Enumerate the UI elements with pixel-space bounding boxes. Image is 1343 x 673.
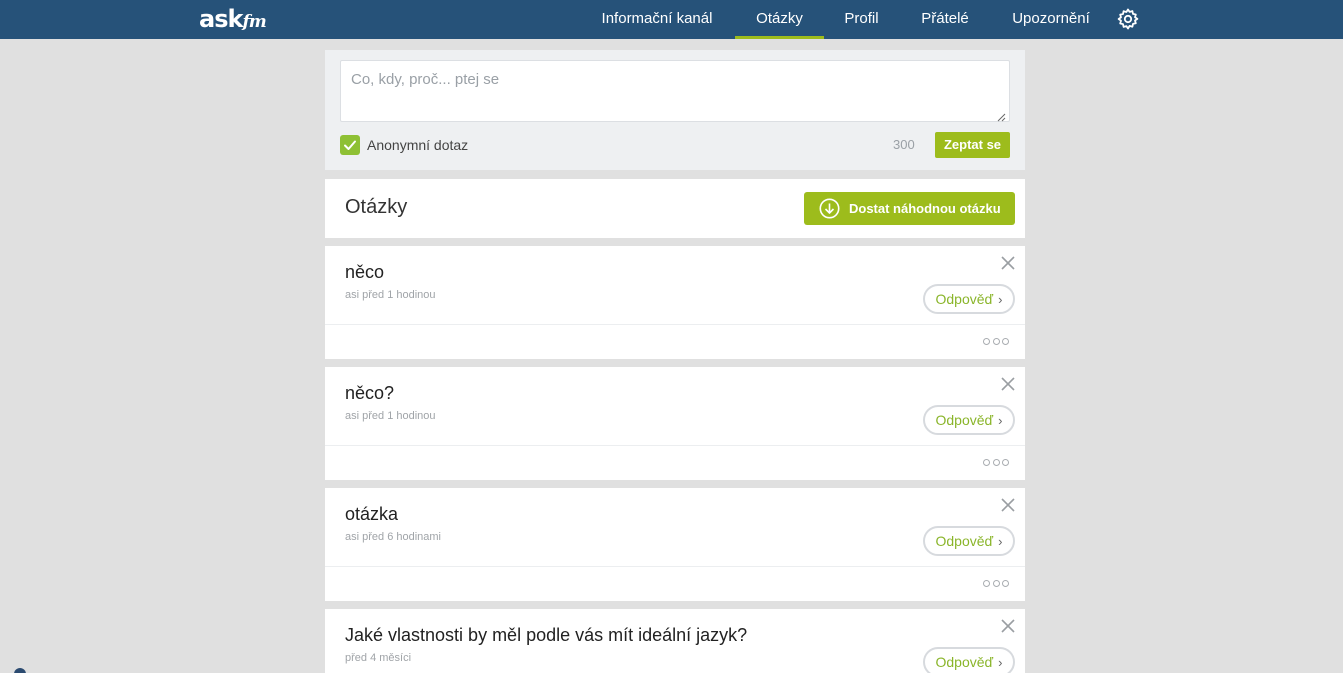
top-nav-bar: ASK fm Informační kanál Otázky Profil Př… <box>0 0 1343 39</box>
nav-informacni-kanal[interactable]: Informační kanál <box>589 0 725 39</box>
more-options-icon[interactable] <box>983 457 1009 467</box>
answer-label: Odpověď <box>935 654 994 670</box>
close-icon[interactable] <box>1000 618 1016 634</box>
answer-label: Odpověď <box>935 533 994 549</box>
question-card: něco asi před 1 hodinou Odpověď › <box>325 246 1025 359</box>
askfm-logo[interactable]: ASK fm <box>199 5 267 33</box>
answer-button[interactable]: Odpověď › <box>923 647 1015 673</box>
chevron-right-icon: › <box>998 654 1003 670</box>
random-question-label: Dostat náhodnou otázku <box>849 201 1001 216</box>
chevron-right-icon: › <box>998 291 1003 307</box>
nav-otazky[interactable]: Otázky <box>735 0 824 39</box>
question-card: otázka asi před 6 hodinami Odpověď › <box>325 488 1025 601</box>
more-options-icon[interactable] <box>983 336 1009 346</box>
answer-label: Odpověď <box>935 412 994 428</box>
question-input-wrapper <box>340 60 1010 122</box>
question-text: Jaké vlastnosti by měl podle vás mít ide… <box>345 625 748 645</box>
logo-fm-text: fm <box>242 12 266 32</box>
chat-bubble-icon[interactable] <box>14 668 26 673</box>
divider <box>325 324 1025 325</box>
question-input[interactable] <box>341 61 1009 121</box>
question-card: Jaké vlastnosti by měl podle vás mít ide… <box>325 609 1025 673</box>
close-icon[interactable] <box>1000 376 1016 392</box>
answer-button[interactable]: Odpověď › <box>923 405 1015 435</box>
divider <box>325 566 1025 567</box>
resize-grip-icon[interactable] <box>997 109 1006 122</box>
ask-submit-button[interactable]: Zeptat se <box>935 132 1010 158</box>
answer-button[interactable]: Odpověď › <box>923 526 1015 556</box>
chevron-right-icon: › <box>998 412 1003 428</box>
answer-button[interactable]: Odpověď › <box>923 284 1015 314</box>
question-time: asi před 6 hodinami <box>345 531 442 543</box>
question-time: asi před 1 hodinou <box>345 410 436 422</box>
close-icon[interactable] <box>1000 255 1016 271</box>
ask-question-box: Anonymní dotaz 300 Zeptat se <box>325 50 1025 170</box>
random-question-button[interactable]: Dostat náhodnou otázku <box>804 192 1015 225</box>
nav-profil[interactable]: Profil <box>834 0 889 39</box>
anonymous-label: Anonymní dotaz <box>367 137 469 153</box>
anonymous-toggle[interactable]: Anonymní dotaz <box>340 135 468 155</box>
char-counter: 300 <box>893 137 915 152</box>
question-text: něco <box>345 262 385 282</box>
question-time: před 4 měsíci <box>345 652 412 664</box>
question-text: otázka <box>345 504 399 524</box>
question-text: něco? <box>345 383 395 403</box>
chevron-right-icon: › <box>998 533 1003 549</box>
gear-icon[interactable] <box>1116 7 1140 31</box>
more-options-icon[interactable] <box>983 578 1009 588</box>
nav-pratele[interactable]: Přátelé <box>910 0 980 39</box>
divider <box>325 445 1025 446</box>
nav-upozorneni[interactable]: Upozornění <box>1000 0 1102 39</box>
arrow-down-circle-icon <box>819 198 840 219</box>
question-time: asi před 1 hodinou <box>345 289 436 301</box>
page-title: Otázky <box>345 196 408 218</box>
logo-ask-text: ASK <box>199 5 243 33</box>
close-icon[interactable] <box>1000 497 1016 513</box>
question-card: něco? asi před 1 hodinou Odpověď › <box>325 367 1025 480</box>
answer-label: Odpověď <box>935 291 994 307</box>
anonymous-checkbox[interactable] <box>340 135 360 155</box>
questions-header: Otázky Dostat náhodnou otázku <box>325 179 1025 238</box>
